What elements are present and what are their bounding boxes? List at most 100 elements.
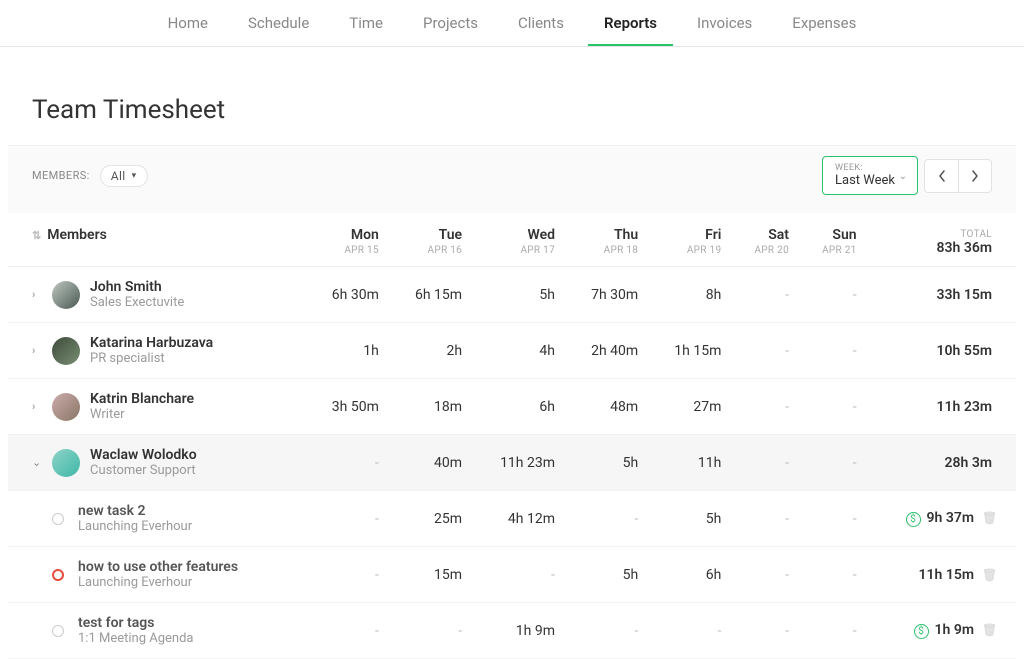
chevron-right-icon bbox=[971, 170, 979, 182]
nav-item-invoices[interactable]: Invoices bbox=[681, 0, 768, 46]
main-nav: HomeScheduleTimeProjectsClientsReportsIn… bbox=[0, 0, 1024, 47]
week-select-label: WEEK: bbox=[835, 163, 903, 173]
member-name[interactable]: Katarina Harbuzava bbox=[90, 335, 213, 351]
member-name[interactable]: Waclaw Wolodko bbox=[90, 447, 197, 463]
nav-item-reports[interactable]: Reports bbox=[588, 0, 673, 46]
total-cell: 33h 15m bbox=[867, 267, 1016, 323]
time-cell[interactable]: 7h 30m bbox=[565, 267, 648, 323]
time-cell[interactable]: 1h 9m bbox=[472, 603, 565, 659]
time-cell[interactable]: - bbox=[565, 491, 648, 547]
time-cell[interactable]: - bbox=[306, 603, 389, 659]
time-cell[interactable]: - bbox=[799, 323, 867, 379]
time-cell[interactable]: 6h 30m bbox=[306, 267, 389, 323]
nav-item-schedule[interactable]: Schedule bbox=[232, 0, 325, 46]
status-blocked-icon[interactable] bbox=[52, 569, 64, 581]
time-cell[interactable]: - bbox=[799, 379, 867, 435]
time-cell[interactable]: - bbox=[799, 491, 867, 547]
time-cell[interactable]: 1h bbox=[306, 323, 389, 379]
time-cell[interactable]: 5h bbox=[565, 547, 648, 603]
prev-week-button[interactable] bbox=[924, 159, 958, 193]
total-column-header: TOTAL83h 36m bbox=[867, 213, 1016, 267]
time-cell[interactable]: 25m bbox=[389, 491, 472, 547]
day-column-header: SunAPR 21 bbox=[799, 213, 867, 267]
time-cell[interactable]: - bbox=[306, 547, 389, 603]
time-cell[interactable]: 8h bbox=[648, 267, 731, 323]
delete-icon[interactable]: 🗑 bbox=[982, 623, 992, 637]
timesheet-table: ⇅MembersMonAPR 15TueAPR 16WedAPR 17ThuAP… bbox=[8, 213, 1016, 659]
time-cell[interactable]: - bbox=[799, 603, 867, 659]
member-name[interactable]: John Smith bbox=[90, 279, 184, 295]
time-cell[interactable]: 2h 40m bbox=[565, 323, 648, 379]
time-cell[interactable]: 48m bbox=[565, 379, 648, 435]
task-row: new task 2Launching Everhour-25m4h 12m-5… bbox=[8, 491, 1016, 547]
member-cell: ⌄ Waclaw WolodkoCustomer Support bbox=[8, 435, 306, 491]
chevron-right-icon[interactable]: › bbox=[32, 288, 42, 301]
delete-icon[interactable]: 🗑 bbox=[982, 511, 992, 525]
nav-item-expenses[interactable]: Expenses bbox=[776, 0, 872, 46]
time-cell[interactable]: 5h bbox=[472, 267, 565, 323]
time-cell[interactable]: 3h 50m bbox=[306, 379, 389, 435]
time-cell[interactable]: - bbox=[648, 603, 731, 659]
time-cell[interactable]: - bbox=[731, 323, 799, 379]
time-cell[interactable]: 11h 23m bbox=[472, 435, 565, 491]
total-cell: 11h 15m🗑 bbox=[867, 547, 1016, 603]
time-cell[interactable]: 1h 15m bbox=[648, 323, 731, 379]
time-cell[interactable]: - bbox=[389, 603, 472, 659]
chevron-left-icon bbox=[938, 170, 946, 182]
nav-item-clients[interactable]: Clients bbox=[502, 0, 580, 46]
nav-item-time[interactable]: Time bbox=[333, 0, 399, 46]
time-cell[interactable]: 18m bbox=[389, 379, 472, 435]
time-cell[interactable]: - bbox=[799, 435, 867, 491]
members-dropdown[interactable]: All ▾ bbox=[100, 165, 148, 187]
task-name[interactable]: how to use other features bbox=[78, 559, 238, 575]
time-cell[interactable]: - bbox=[731, 547, 799, 603]
time-cell[interactable]: 40m bbox=[389, 435, 472, 491]
time-cell[interactable]: - bbox=[731, 435, 799, 491]
task-name[interactable]: new task 2 bbox=[78, 503, 192, 519]
time-cell[interactable]: - bbox=[306, 435, 389, 491]
time-cell[interactable]: - bbox=[731, 603, 799, 659]
time-cell[interactable]: - bbox=[306, 491, 389, 547]
status-open-icon[interactable] bbox=[52, 513, 64, 525]
task-name[interactable]: test for tags bbox=[78, 615, 194, 631]
nav-item-projects[interactable]: Projects bbox=[407, 0, 494, 46]
status-open-icon[interactable] bbox=[52, 625, 64, 637]
avatar bbox=[52, 281, 80, 309]
chevron-down-icon: ▾ bbox=[132, 171, 137, 181]
member-cell: ›John SmithSales Exectuvite bbox=[8, 267, 306, 323]
member-name[interactable]: Katrin Blanchare bbox=[90, 391, 194, 407]
time-cell[interactable]: 6h bbox=[472, 379, 565, 435]
time-cell[interactable]: - bbox=[472, 547, 565, 603]
week-select[interactable]: WEEK: Last Week ⌄ bbox=[822, 156, 918, 195]
time-cell[interactable]: 6h bbox=[648, 547, 731, 603]
time-cell[interactable]: 11h bbox=[648, 435, 731, 491]
time-cell[interactable]: 4h 12m bbox=[472, 491, 565, 547]
time-cell[interactable]: - bbox=[799, 267, 867, 323]
time-cell[interactable]: 5h bbox=[565, 435, 648, 491]
chevron-right-icon[interactable]: › bbox=[32, 344, 42, 357]
time-cell[interactable]: - bbox=[799, 547, 867, 603]
task-row: how to use other featuresLaunching Everh… bbox=[8, 547, 1016, 603]
next-week-button[interactable] bbox=[958, 159, 992, 193]
chevron-right-icon[interactable]: › bbox=[32, 400, 42, 413]
time-cell[interactable]: 27m bbox=[648, 379, 731, 435]
delete-icon[interactable]: 🗑 bbox=[982, 568, 992, 582]
day-column-header: FriAPR 19 bbox=[648, 213, 731, 267]
time-cell[interactable]: - bbox=[731, 379, 799, 435]
time-cell[interactable]: 4h bbox=[472, 323, 565, 379]
chevron-down-icon[interactable]: ⌄ bbox=[32, 456, 42, 469]
time-cell[interactable]: - bbox=[731, 491, 799, 547]
time-cell[interactable]: 6h 15m bbox=[389, 267, 472, 323]
members-column-header[interactable]: ⇅Members bbox=[8, 213, 306, 267]
time-cell[interactable]: 15m bbox=[389, 547, 472, 603]
total-cell: 11h 23m bbox=[867, 379, 1016, 435]
task-row: test for tags1:1 Meeting Agenda--1h 9m--… bbox=[8, 603, 1016, 659]
members-label: MEMBERS: bbox=[32, 169, 90, 182]
time-cell[interactable]: 2h bbox=[389, 323, 472, 379]
nav-item-home[interactable]: Home bbox=[152, 0, 224, 46]
time-cell[interactable]: - bbox=[731, 267, 799, 323]
time-cell[interactable]: 5h bbox=[648, 491, 731, 547]
member-role: Customer Support bbox=[90, 463, 197, 478]
time-cell[interactable]: - bbox=[565, 603, 648, 659]
task-cell: how to use other featuresLaunching Everh… bbox=[8, 547, 306, 603]
